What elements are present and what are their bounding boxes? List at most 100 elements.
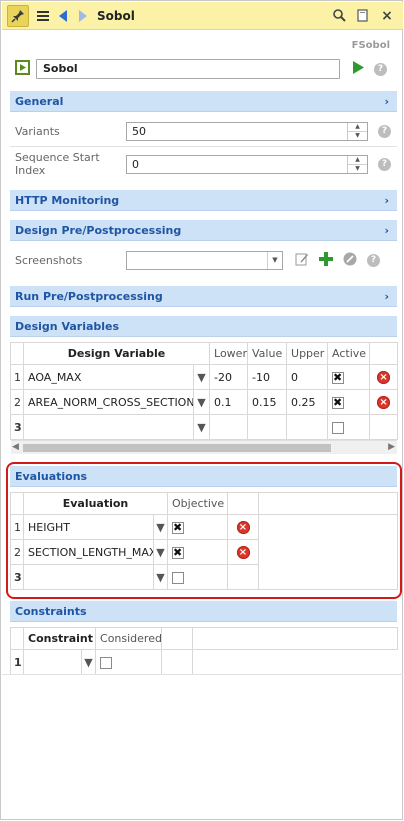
spin-down-icon[interactable]: ▼ bbox=[348, 132, 367, 140]
lower-cell[interactable]: -20 bbox=[209, 364, 249, 390]
evaluation-cell[interactable]: HEIGHT bbox=[23, 514, 154, 540]
close-icon[interactable]: × bbox=[377, 5, 397, 27]
lower-cell[interactable] bbox=[209, 414, 249, 440]
delete-icon[interactable]: × bbox=[236, 546, 250, 559]
upper-cell[interactable]: 0.25 bbox=[286, 389, 329, 415]
scroll-right-icon[interactable]: ▶ bbox=[388, 442, 395, 452]
menu-icon[interactable] bbox=[33, 5, 53, 27]
column-header[interactable]: Constraint bbox=[22, 627, 97, 650]
row-number: 2 bbox=[10, 389, 24, 415]
constraints-table: Constraint Considered 1 ▼ bbox=[10, 627, 399, 675]
active-checkbox[interactable] bbox=[332, 396, 345, 410]
scroll-left-icon[interactable]: ◀ bbox=[12, 442, 19, 452]
chevron-down-icon[interactable]: ▼ bbox=[153, 514, 168, 540]
lower-cell[interactable]: 0.1 bbox=[209, 389, 249, 415]
objective-checkbox[interactable] bbox=[172, 546, 184, 560]
variants-value: 50 bbox=[132, 124, 146, 138]
chevron-down-icon[interactable]: ▼ bbox=[192, 414, 211, 440]
horizontal-scrollbar[interactable]: ◀ ▶ bbox=[11, 440, 397, 454]
section-design-variables[interactable]: Design Variables bbox=[10, 316, 397, 337]
evaluation-cell[interactable]: SECTION_LENGTH_MAX bbox=[23, 539, 154, 565]
evaluations-table: Evaluation Objective 1 HEIGHT ▼ × 2 SECT… bbox=[10, 492, 398, 590]
chevron-down-icon[interactable]: ▼ bbox=[153, 564, 168, 590]
column-header[interactable]: Upper bbox=[286, 342, 329, 365]
sequence-start-spinner[interactable]: 0 ▲ ▼ bbox=[126, 154, 368, 174]
considered-checkbox[interactable] bbox=[100, 656, 113, 669]
run-icon[interactable] bbox=[352, 61, 364, 77]
design-variable-cell[interactable]: AREA_NORM_CROSS_SECTION bbox=[23, 389, 194, 415]
delete-icon[interactable]: × bbox=[377, 396, 391, 409]
node-type-icon bbox=[15, 60, 30, 78]
window-title: Sobol bbox=[97, 8, 135, 23]
screenshots-label: Screenshots bbox=[15, 253, 83, 267]
column-header[interactable]: Considered bbox=[95, 627, 163, 650]
active-checkbox[interactable] bbox=[332, 421, 345, 434]
objective-cell bbox=[167, 564, 228, 590]
scrollbar-thumb[interactable] bbox=[23, 444, 331, 452]
section-general[interactable]: General › bbox=[10, 91, 397, 112]
active-cell bbox=[327, 389, 371, 415]
window-icon[interactable] bbox=[353, 5, 373, 27]
column-header[interactable]: Lower bbox=[209, 342, 249, 365]
value-cell[interactable] bbox=[247, 414, 288, 440]
search-icon[interactable] bbox=[329, 5, 349, 27]
constraint-cell[interactable] bbox=[23, 649, 82, 675]
forward-arrow-icon[interactable] bbox=[73, 5, 93, 27]
column-header[interactable]: Active bbox=[327, 342, 371, 365]
upper-cell[interactable] bbox=[286, 414, 329, 440]
chevron-down-icon[interactable]: ▼ bbox=[153, 539, 168, 565]
section-constraints[interactable]: Constraints bbox=[10, 601, 397, 622]
table-row: 3 ▼ bbox=[10, 414, 399, 440]
edit-icon[interactable] bbox=[295, 252, 309, 269]
delete-icon[interactable]: × bbox=[377, 371, 391, 384]
objective-checkbox[interactable] bbox=[172, 571, 184, 584]
section-run-pre-post[interactable]: Run Pre/Postprocessing › bbox=[10, 286, 397, 307]
section-design-pre-post[interactable]: Design Pre/Postprocessing › bbox=[10, 220, 397, 241]
pin-icon[interactable] bbox=[7, 4, 29, 27]
spin-down-icon[interactable]: ▼ bbox=[348, 165, 367, 173]
screenshots-combobox[interactable]: ▼ bbox=[126, 250, 283, 270]
delete-icon[interactable]: × bbox=[236, 521, 250, 534]
design-variable-cell[interactable] bbox=[23, 414, 194, 440]
section-http-monitoring[interactable]: HTTP Monitoring › bbox=[10, 190, 397, 211]
add-icon[interactable] bbox=[319, 251, 333, 269]
screenshots-row: Screenshots ▼ ? bbox=[10, 247, 397, 273]
name-input[interactable]: Sobol bbox=[36, 59, 340, 79]
type-label: FSobol bbox=[351, 40, 390, 51]
column-header[interactable]: Objective bbox=[167, 492, 228, 515]
design-variable-cell[interactable]: AOA_MAX bbox=[23, 364, 194, 390]
help-icon[interactable]: ? bbox=[367, 253, 380, 267]
section-evaluations[interactable]: Evaluations bbox=[10, 466, 397, 487]
column-header[interactable]: Design Variable bbox=[22, 342, 211, 365]
objective-checkbox[interactable] bbox=[172, 521, 184, 535]
app-window: Sobol × FSobol Sobol ? General › Variant… bbox=[0, 0, 403, 820]
section-title: Constraints bbox=[15, 604, 87, 618]
active-cell bbox=[327, 364, 371, 390]
spin-up-icon[interactable]: ▲ bbox=[348, 156, 367, 165]
help-icon[interactable]: ? bbox=[378, 124, 391, 138]
row-number: 1 bbox=[10, 514, 24, 540]
considered-cell bbox=[95, 649, 163, 675]
chevron-right-icon: › bbox=[384, 193, 389, 207]
back-arrow-icon[interactable] bbox=[53, 5, 73, 27]
chevron-down-icon[interactable]: ▼ bbox=[267, 251, 282, 269]
chevron-down-icon[interactable]: ▼ bbox=[192, 389, 211, 415]
upper-cell[interactable]: 0 bbox=[286, 364, 329, 390]
chevron-down-icon[interactable]: ▼ bbox=[80, 649, 97, 675]
help-icon[interactable]: ? bbox=[378, 157, 391, 171]
value-cell[interactable]: -10 bbox=[247, 364, 288, 390]
active-checkbox[interactable] bbox=[332, 371, 345, 385]
evaluation-cell[interactable] bbox=[23, 564, 154, 590]
variants-spinner[interactable]: 50 ▲ ▼ bbox=[126, 121, 368, 141]
section-title: Run Pre/Postprocessing bbox=[15, 289, 163, 303]
disable-icon[interactable] bbox=[343, 252, 357, 269]
value-cell[interactable]: 0.15 bbox=[247, 389, 288, 415]
column-header[interactable]: Evaluation bbox=[23, 492, 168, 515]
column-header[interactable]: Value bbox=[247, 342, 288, 365]
chevron-down-icon[interactable]: ▼ bbox=[192, 364, 211, 390]
row-number: 2 bbox=[10, 539, 24, 565]
help-icon[interactable]: ? bbox=[374, 62, 387, 76]
spin-up-icon[interactable]: ▲ bbox=[348, 123, 367, 132]
sequence-start-label: Sequence Start Index bbox=[15, 151, 100, 177]
sequence-start-row: Sequence Start Index 0 ▲ ▼ ? bbox=[10, 151, 397, 177]
